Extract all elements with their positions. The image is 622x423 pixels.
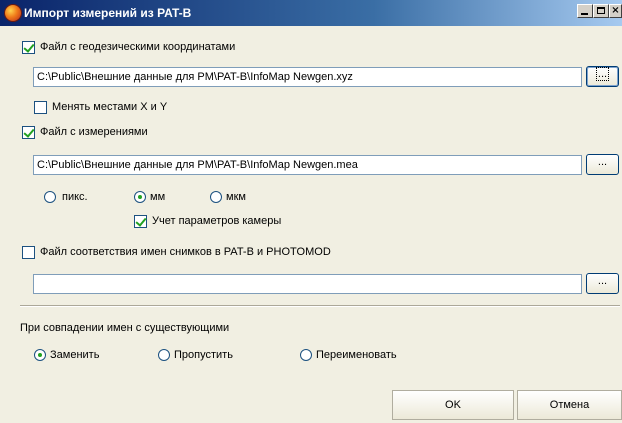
import-dialog: Импорт измерений из PAT-B × Файл с геоде… <box>0 0 622 423</box>
name-map-file-option[interactable]: Файл соответствия имен снимков в PAT-B и… <box>22 245 382 261</box>
xyz-file-option[interactable]: Файл с геодезическими координатами <box>22 40 342 56</box>
conflict-skip-radio[interactable] <box>158 349 170 361</box>
minimize-icon <box>581 13 588 15</box>
unit-option-um[interactable]: мкм <box>210 190 270 206</box>
xyz-browse-button[interactable]: ... <box>586 66 619 87</box>
photomod-logo-icon <box>5 5 21 21</box>
conflict-skip-label: Пропустить <box>174 349 233 361</box>
name-map-file-label: Файл соответствия имен снимков в PAT-B и… <box>40 246 331 258</box>
mea-file-option[interactable]: Файл с измерениями <box>22 125 222 141</box>
unit-pixels-radio[interactable] <box>44 191 56 203</box>
mea-file-checkbox[interactable] <box>22 126 35 139</box>
maximize-icon <box>597 7 605 14</box>
name-map-browse-label: ... <box>597 275 608 287</box>
separator <box>20 305 620 307</box>
conflict-option-rename[interactable]: Переименовать <box>300 348 430 364</box>
conflict-option-replace[interactable]: Заменить <box>34 348 144 364</box>
unit-option-pixels[interactable]: пикс. <box>44 190 124 206</box>
conflict-replace-label: Заменить <box>50 349 100 361</box>
conflict-option-skip[interactable]: Пропустить <box>158 348 268 364</box>
unit-pixels-label: пикс. <box>62 191 88 203</box>
close-button[interactable]: × <box>609 4 622 18</box>
mea-path-input[interactable]: C:\Public\Внешние данные для PM\PAT-B\In… <box>33 155 582 175</box>
ok-button[interactable]: OK <box>392 390 514 420</box>
camera-params-checkbox[interactable] <box>134 215 147 228</box>
mea-browse-button[interactable]: ... <box>586 154 619 175</box>
xyz-path-input[interactable]: C:\Public\Внешние данные для PM\PAT-B\In… <box>33 67 582 87</box>
unit-um-radio[interactable] <box>210 191 222 203</box>
conflict-replace-radio[interactable] <box>34 349 46 361</box>
maximize-button[interactable] <box>593 4 609 18</box>
cancel-button[interactable]: Отмена <box>517 390 622 420</box>
swap-xy-option[interactable]: Менять местами X и Y <box>34 100 254 116</box>
unit-mm-radio[interactable] <box>134 191 146 203</box>
title-bar[interactable]: Импорт измерений из PAT-B × <box>0 0 622 26</box>
conflict-rename-radio[interactable] <box>300 349 312 361</box>
name-map-path-input[interactable] <box>33 274 582 294</box>
unit-um-label: мкм <box>226 191 246 203</box>
camera-params-option[interactable]: Учет параметров камеры <box>134 214 334 230</box>
name-map-browse-button[interactable]: ... <box>586 273 619 294</box>
xyz-browse-label: ... <box>595 67 610 81</box>
swap-xy-checkbox[interactable] <box>34 101 47 114</box>
mea-file-label: Файл с измерениями <box>40 126 148 138</box>
xyz-file-checkbox[interactable] <box>22 41 35 54</box>
xyz-file-label: Файл с геодезическими координатами <box>40 41 236 53</box>
minimize-button[interactable] <box>577 4 593 18</box>
unit-option-mm[interactable]: мм <box>134 190 194 206</box>
swap-xy-label: Менять местами X и Y <box>52 101 168 113</box>
name-conflict-heading: При совпадении имен с существующими <box>20 322 230 334</box>
close-icon: × <box>611 5 620 16</box>
mea-browse-label: ... <box>597 156 608 168</box>
name-map-file-checkbox[interactable] <box>22 246 35 259</box>
camera-params-label: Учет параметров камеры <box>152 215 282 227</box>
unit-mm-label: мм <box>150 191 166 203</box>
window-title: Импорт измерений из PAT-B <box>24 6 192 20</box>
conflict-rename-label: Переименовать <box>316 349 397 361</box>
